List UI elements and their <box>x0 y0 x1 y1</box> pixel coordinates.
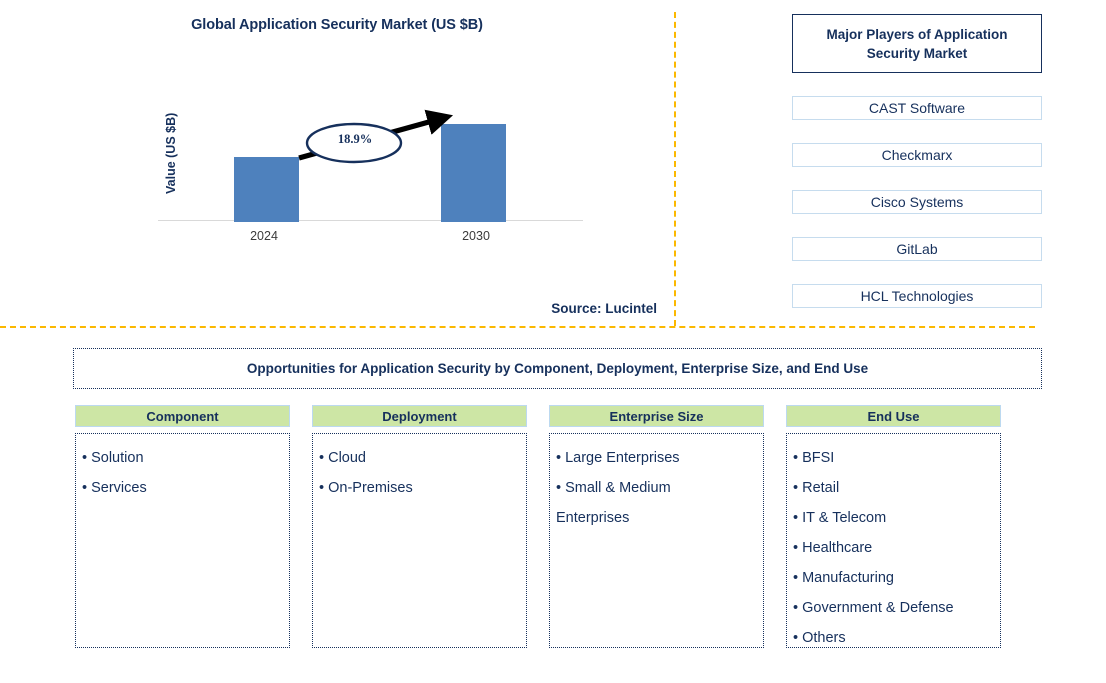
segment-column-deployment: Deployment • Cloud • On-Premises <box>312 405 527 648</box>
player-item-cisco-systems[interactable]: Cisco Systems <box>792 190 1042 214</box>
list-item: • Manufacturing <box>793 570 894 586</box>
segments-row: Component • Solution • Services Deployme… <box>75 405 1042 648</box>
player-item-checkmarx[interactable]: Checkmarx <box>792 143 1042 167</box>
segment-header-end-use: End Use <box>786 405 1001 427</box>
list-item: • Retail <box>793 480 840 496</box>
list-item: • Healthcare <box>793 540 873 556</box>
list-item: • Others <box>793 630 846 646</box>
chart-panel: Global Application Security Market (US $… <box>0 0 674 326</box>
major-players-panel: Major Players of Application Security Ma… <box>792 14 1042 308</box>
segment-column-end-use: End Use • BFSI • Retail • IT & Telecom •… <box>786 405 1001 648</box>
divider-horizontal <box>0 326 1035 328</box>
major-players-header: Major Players of Application Security Ma… <box>792 14 1042 73</box>
player-item-gitlab[interactable]: GitLab <box>792 237 1042 261</box>
list-item: • Government & Defense <box>793 600 954 616</box>
segment-header-enterprise-size: Enterprise Size <box>549 405 764 427</box>
list-item: • IT & Telecom <box>793 510 887 526</box>
player-label: Checkmarx <box>881 147 953 163</box>
x-tick-2030: 2030 <box>462 229 490 243</box>
segment-body-deployment: • Cloud • On-Premises <box>312 433 527 648</box>
chart-title: Global Application Security Market (US $… <box>191 17 483 33</box>
list-item: • BFSI <box>793 450 835 466</box>
list-item: • On-Premises <box>319 480 413 496</box>
player-label: HCL Technologies <box>860 288 974 304</box>
player-label: Cisco Systems <box>870 194 964 210</box>
cagr-value-label: 18.9% <box>337 132 373 146</box>
list-item: • Large Enterprises <box>556 450 680 466</box>
player-item-cast-software[interactable]: CAST Software <box>792 96 1042 120</box>
source-label: Source: Lucintel <box>551 301 657 316</box>
list-item: • Small & Medium Enterprises <box>556 480 671 526</box>
segment-body-enterprise-size: • Large Enterprises • Small & Medium Ent… <box>549 433 764 648</box>
list-item: • Cloud <box>319 450 366 466</box>
segment-column-component: Component • Solution • Services <box>75 405 290 648</box>
segment-column-enterprise-size: Enterprise Size • Large Enterprises • Sm… <box>549 405 764 648</box>
opportunities-banner: Opportunities for Application Security b… <box>73 348 1042 389</box>
divider-vertical <box>674 12 676 326</box>
list-item: • Solution <box>82 450 144 466</box>
player-item-hcl-technologies[interactable]: HCL Technologies <box>792 284 1042 308</box>
player-label: CAST Software <box>868 100 966 116</box>
segment-body-end-use: • BFSI • Retail • IT & Telecom • Healthc… <box>786 433 1001 648</box>
segment-header-deployment: Deployment <box>312 405 527 427</box>
cagr-arrow-group <box>298 109 454 164</box>
list-item: • Services <box>82 480 147 496</box>
segment-header-component: Component <box>75 405 290 427</box>
x-tick-2024: 2024 <box>250 229 278 243</box>
segment-body-component: • Solution • Services <box>75 433 290 648</box>
player-label: GitLab <box>896 241 938 257</box>
